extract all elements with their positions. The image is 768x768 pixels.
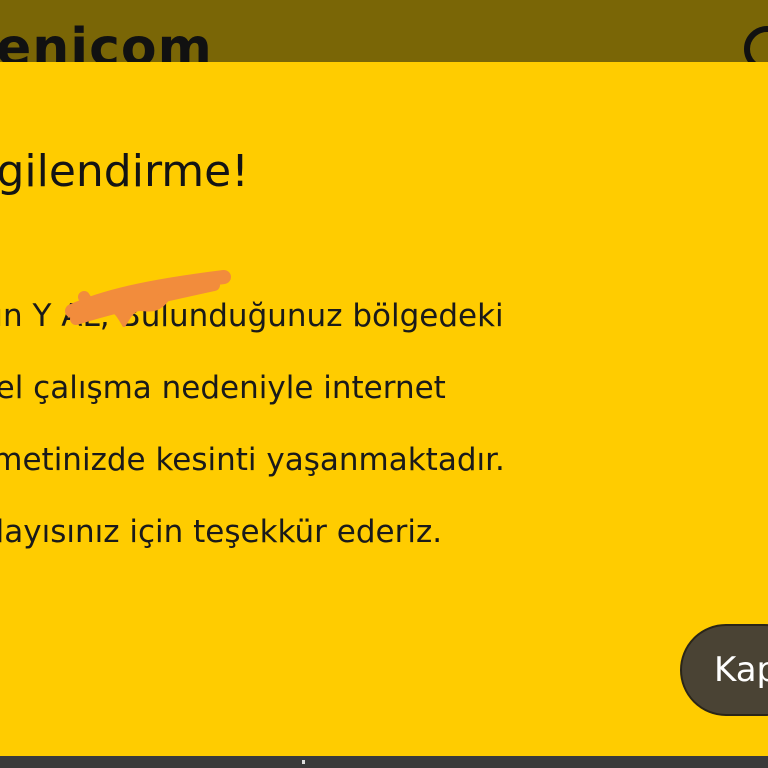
bottom-indicator — [302, 760, 305, 764]
message-line: zmetinizde kesinti yaşanmaktadır. — [0, 442, 505, 478]
close-button[interactable]: Kapat — [680, 624, 768, 716]
message-line: nel çalışma nedeniyle internet — [0, 370, 446, 406]
app-header: enicom — [0, 0, 768, 74]
name-redaction-scribble — [65, 270, 231, 327]
modal-title: ilgilendirme! — [0, 146, 249, 197]
page: enicom ilgilendirme! yın Y AL, Bulunduğu… — [0, 0, 768, 768]
bottom-bar — [0, 756, 768, 768]
message-line: nlayısınız için teşekkür ederiz. — [0, 514, 443, 550]
info-modal: ilgilendirme! yın Y AL, Bulunduğunuz böl… — [0, 62, 768, 756]
